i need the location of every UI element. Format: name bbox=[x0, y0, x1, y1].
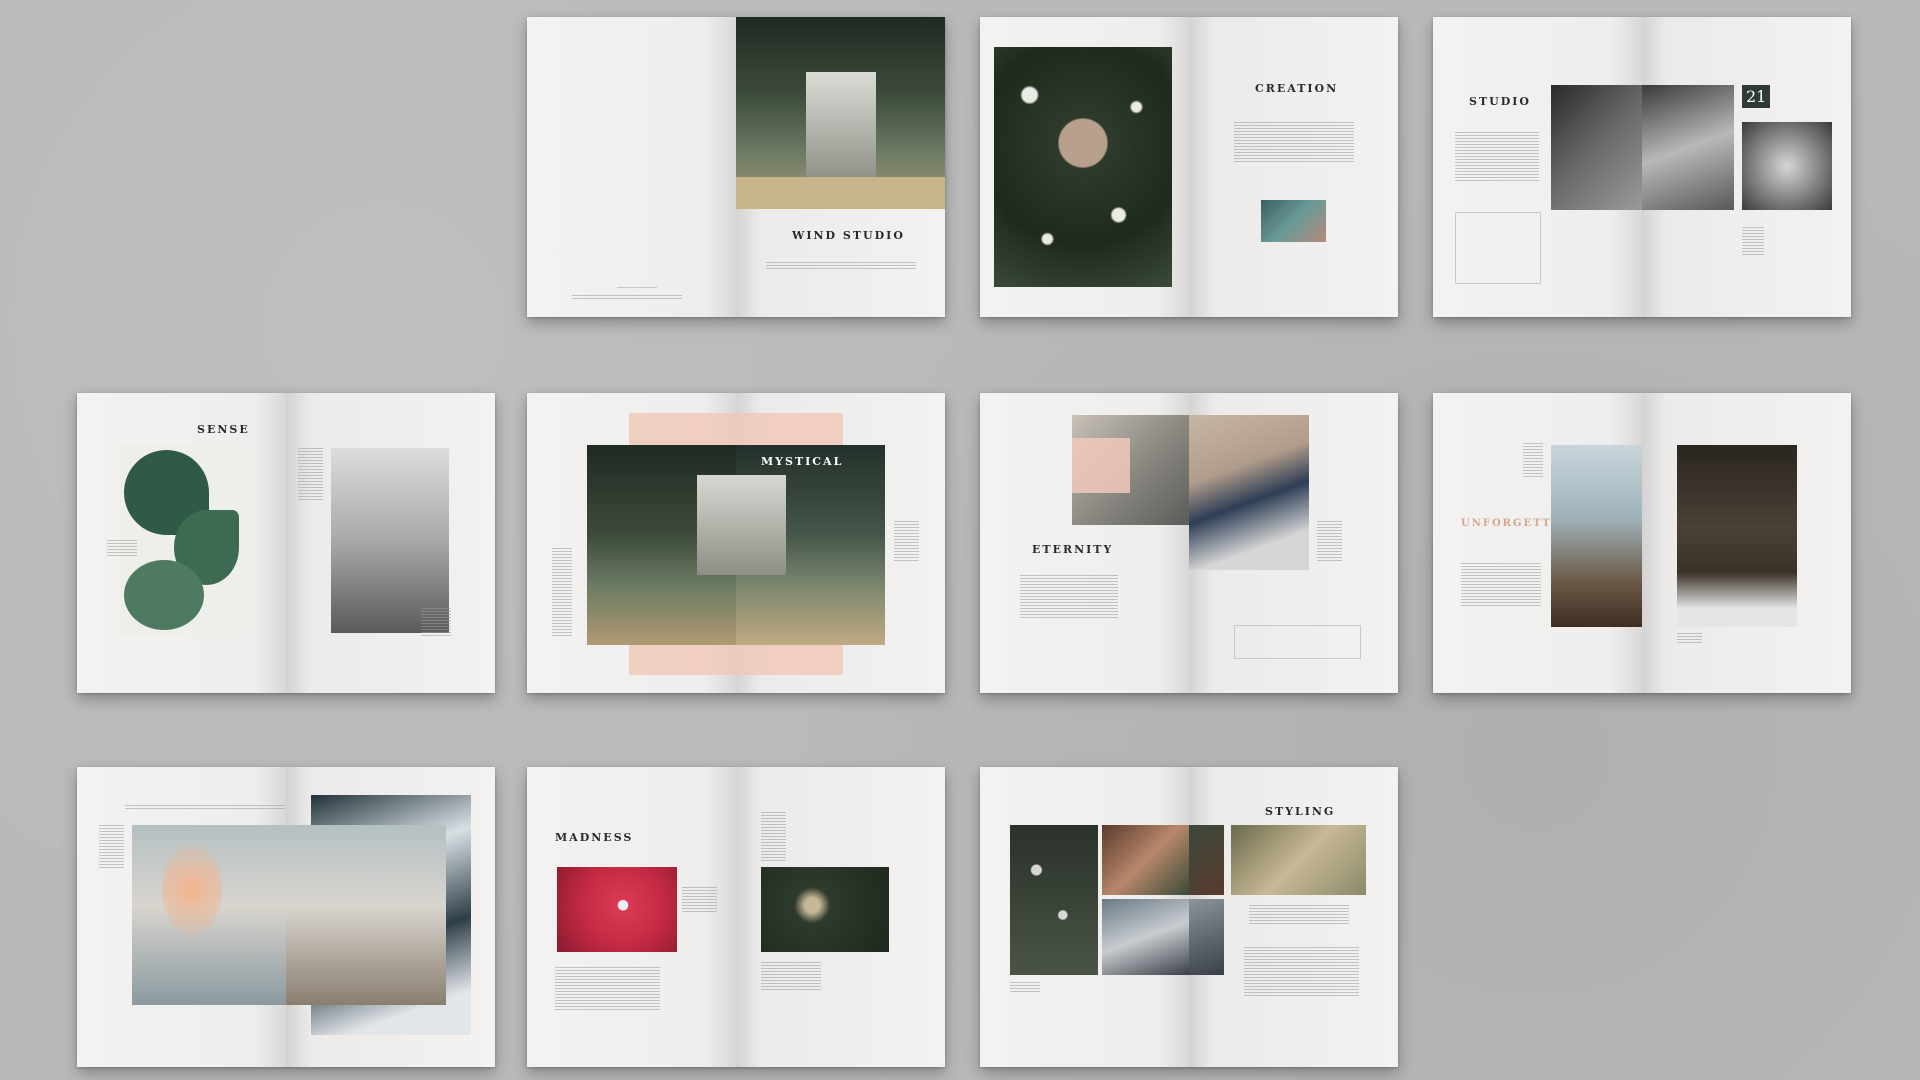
left-page: UNFORGETTABLE bbox=[1433, 393, 1642, 693]
studio-bw-photo bbox=[1551, 85, 1642, 210]
spread-title: STUDIO bbox=[1469, 95, 1531, 108]
sidebar-text bbox=[99, 825, 124, 870]
magazine-spread-creation: CREATION bbox=[980, 17, 1398, 317]
leather-bag-photo bbox=[1102, 825, 1189, 895]
body-text-block bbox=[1234, 122, 1354, 162]
caption-text bbox=[761, 962, 821, 990]
caption-text bbox=[1249, 905, 1349, 925]
magazine-spread-unforgettable: UNFORGETTABLE bbox=[1433, 393, 1851, 693]
right-page bbox=[1189, 393, 1398, 693]
right-page: MYSTICAL bbox=[736, 393, 945, 693]
caption-text bbox=[682, 887, 717, 912]
body-text-block bbox=[1244, 947, 1359, 997]
blossom-tree-photo bbox=[1010, 825, 1098, 975]
caption-text bbox=[1010, 982, 1040, 994]
spread-title: SENSE bbox=[197, 423, 250, 436]
page-number-badge: 21 bbox=[1742, 85, 1771, 108]
spread-title: CREATION bbox=[1255, 82, 1339, 95]
pink-smoke-photo bbox=[557, 867, 677, 952]
flowers-bw-photo bbox=[1742, 122, 1832, 210]
sidebar-text bbox=[298, 448, 323, 500]
caption-text bbox=[894, 521, 919, 561]
left-page bbox=[527, 393, 736, 693]
magazine-spread-studio: STUDIO 21 bbox=[1433, 17, 1851, 317]
right-page bbox=[1642, 393, 1851, 693]
caption-text bbox=[421, 608, 451, 638]
left-page: SENSE bbox=[77, 393, 286, 693]
magazine-spread-eternity: ETERNITY bbox=[980, 393, 1398, 693]
right-page bbox=[736, 767, 945, 1067]
left-page bbox=[77, 767, 286, 1067]
house-shape bbox=[736, 475, 786, 575]
shoes-photo-right bbox=[1189, 899, 1224, 975]
spread-title: MADNESS bbox=[555, 831, 634, 844]
spread-title: STYLING bbox=[1265, 805, 1336, 818]
woman-smoke-photo bbox=[132, 825, 286, 1005]
caption-text bbox=[1523, 443, 1543, 478]
caption-text bbox=[1317, 521, 1342, 561]
spread-title: ETERNITY bbox=[1032, 543, 1114, 556]
magazine-spread-madness: MADNESS bbox=[527, 767, 945, 1067]
leather-bag-photo-right bbox=[1189, 825, 1224, 895]
right-page bbox=[286, 393, 495, 693]
orange-smoke bbox=[162, 845, 222, 935]
forest-house-photo bbox=[736, 17, 945, 209]
right-page: 21 bbox=[1642, 17, 1851, 317]
body-text-block bbox=[766, 262, 916, 270]
quote-box bbox=[1455, 212, 1541, 284]
left-page: MADNESS bbox=[527, 767, 736, 1067]
small-portrait-photo bbox=[1261, 200, 1326, 242]
right-page: STYLING bbox=[1189, 767, 1398, 1067]
woman-field-photo bbox=[1231, 825, 1366, 895]
footer-text-block bbox=[572, 295, 682, 300]
forest-house-photo bbox=[587, 445, 736, 645]
spread-title: WIND STUDIO bbox=[792, 229, 905, 242]
woman-lace-photo bbox=[1189, 415, 1309, 570]
forest-house-photo-right bbox=[736, 445, 885, 645]
header-text-line bbox=[125, 805, 285, 810]
house-shape bbox=[697, 475, 736, 575]
right-page bbox=[286, 767, 495, 1067]
body-text-block bbox=[1455, 132, 1539, 182]
quote-box bbox=[1234, 625, 1361, 659]
vertical-text-block bbox=[552, 548, 572, 638]
left-page: STUDIO bbox=[1433, 17, 1642, 317]
body-text-block bbox=[555, 967, 660, 1012]
left-page bbox=[980, 767, 1189, 1067]
studio-woman-photo bbox=[1642, 85, 1734, 210]
magazine-spread-sense: SENSE bbox=[77, 393, 495, 693]
house-shape bbox=[806, 72, 876, 182]
pink-accent-block bbox=[1072, 438, 1130, 493]
woman-flowers-photo bbox=[994, 47, 1172, 287]
magazine-spread-mystical: MYSTICAL bbox=[527, 393, 945, 693]
stone-wall bbox=[736, 177, 945, 209]
left-page bbox=[527, 17, 736, 317]
caption-text bbox=[1677, 633, 1702, 645]
magazine-spread-wind-studio: WIND STUDIO bbox=[527, 17, 945, 317]
left-page bbox=[980, 17, 1189, 317]
bw-portrait-photo bbox=[331, 448, 449, 633]
caption-text bbox=[107, 540, 137, 558]
footer-rule bbox=[617, 287, 657, 288]
spread-title: MYSTICAL bbox=[761, 455, 844, 468]
woman-lying-photo bbox=[1677, 445, 1797, 627]
caption-text bbox=[1742, 227, 1764, 257]
dark-flowers-photo bbox=[761, 867, 889, 952]
right-page: CREATION bbox=[1189, 17, 1398, 317]
magazine-spread-smoke bbox=[77, 767, 495, 1067]
sidebar-text bbox=[761, 812, 786, 862]
woman-rock-photo bbox=[1551, 445, 1642, 627]
left-page: ETERNITY bbox=[980, 393, 1189, 693]
leaf-shape bbox=[124, 560, 204, 630]
body-text-block bbox=[1461, 563, 1541, 608]
woman-smoke-photo-right bbox=[286, 825, 446, 1005]
flower-pattern bbox=[994, 47, 1172, 287]
shoes-photo bbox=[1102, 899, 1189, 975]
right-page: WIND STUDIO bbox=[736, 17, 945, 317]
magazine-spread-styling: STYLING bbox=[980, 767, 1398, 1067]
monstera-leaf-photo bbox=[119, 445, 244, 635]
body-text-block bbox=[1020, 575, 1118, 620]
